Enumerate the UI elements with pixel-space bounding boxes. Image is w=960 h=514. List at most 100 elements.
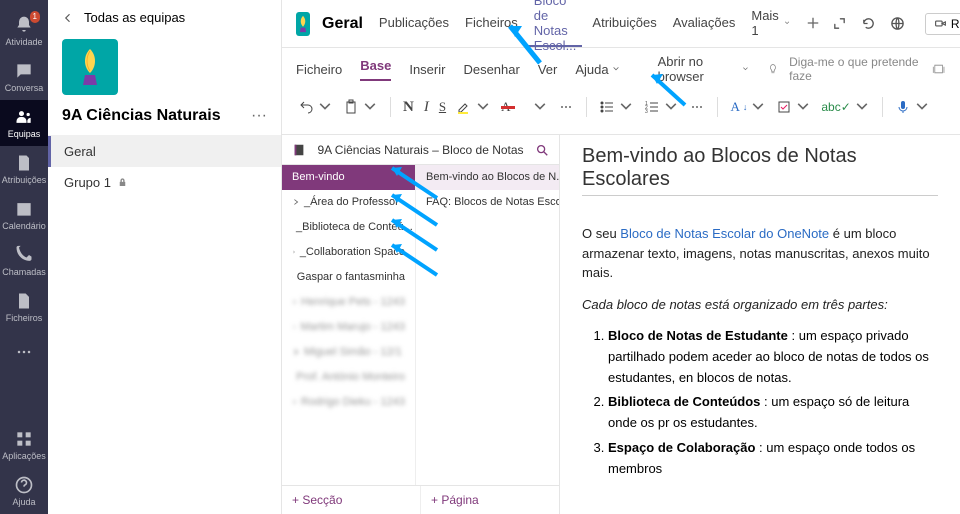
rail-files[interactable]: Ficheiros [0,284,48,330]
menu-help[interactable]: Ajuda [575,62,619,77]
open-in-browser[interactable]: Abrir no browser [658,54,750,84]
rail-calls[interactable]: Chamadas [0,238,48,284]
rail-calendar[interactable]: Calendário [0,192,48,238]
section-blurred[interactable]: Henrique Pets - 1243 [282,290,415,315]
section-blurred[interactable]: Martim Marujo - 1243 [282,315,415,340]
help-icon [14,475,34,495]
search-icon[interactable] [535,143,549,157]
rail-apps[interactable]: Aplicações [0,422,48,468]
globe-icon[interactable] [890,16,905,31]
tell-me-input[interactable]: Diga-me o que pretende faze [789,55,921,83]
channel-tabbar: Geral Publicações Ficheiros Bloco de Not… [282,0,960,48]
add-page-button[interactable]: + Página [421,486,559,514]
plant-icon [296,15,310,33]
app-rail: 1 Atividade Conversa Equipas Atribuições… [0,0,48,514]
channel-list: Geral Grupo 1 [48,135,281,198]
team-name: 9A Ciências Naturais [62,107,251,125]
notebook-icon[interactable] [292,143,306,157]
menu-home[interactable]: Base [360,58,391,81]
onenote-body: 9A Ciências Naturais – Bloco de Notas Be… [282,135,960,514]
rail-chat[interactable]: Conversa [0,54,48,100]
add-section-button[interactable]: + Secção [282,486,421,514]
highlight-button[interactable] [454,97,493,117]
notebook-title[interactable]: 9A Ciências Naturais – Bloco de Notas [314,143,527,157]
onenote-page[interactable]: Bem-vindo ao Blocos de Notas Escolares O… [560,135,960,514]
paste-button[interactable] [341,97,380,117]
dots-icon [14,342,34,362]
page-subhead: Cada bloco de notas está organizado em t… [582,297,888,312]
expand-icon[interactable] [832,16,847,31]
rail-activity[interactable]: 1 Atividade [0,8,48,54]
rail-help[interactable]: Ajuda [0,468,48,514]
page-title: Bem-vindo ao Blocos de Notas Escolares [582,145,938,196]
menu-insert[interactable]: Inserir [409,62,445,77]
refresh-icon[interactable] [861,16,876,31]
tab-more[interactable]: Mais 1 [745,1,795,47]
section-student1[interactable]: Gaspar o fantasminha [282,265,415,290]
italic-button[interactable]: I [422,97,431,118]
rail-more[interactable] [0,330,48,376]
rail-assignments[interactable]: Atribuições [0,146,48,192]
chevron-down-icon [784,19,790,27]
font-more-button[interactable] [556,97,576,117]
onenote-nav: 9A Ciências Naturais – Bloco de Notas Be… [282,135,560,514]
back-to-teams[interactable]: Todas as equipas [48,0,281,29]
spellcheck-button[interactable]: abc✓ [819,97,871,117]
lock-icon [117,177,128,188]
tab-grades[interactable]: Avaliações [667,1,742,47]
team-more-button[interactable]: ··· [251,107,267,125]
section-collab[interactable]: _Collaboration Space [282,240,415,265]
apps-icon [14,429,34,449]
tags-button[interactable] [774,97,813,117]
notebook-illustration [582,504,782,514]
video-icon [934,17,947,30]
activity-badge: 1 [30,11,40,23]
page-list: Bloco de Notas de Estudante : um espaço … [582,326,938,480]
phone-icon [14,245,34,265]
rail-teams[interactable]: Equipas [0,100,48,146]
para-more-button[interactable] [687,97,707,117]
meet-button[interactable]: Reunir [925,13,960,35]
team-panel: Todas as equipas 9A Ciências Naturais ··… [48,0,282,514]
chevron-right-icon [292,198,300,206]
page-intro: O seu Bloco de Notas Escolar do OneNote … [582,224,938,283]
menu-file[interactable]: Ficheiro [296,62,342,77]
tab-add[interactable] [800,1,826,47]
onenote-link[interactable]: Bloco de Notas Escolar do OneNote [620,226,829,241]
chevron-down-icon [742,65,749,73]
section-blurred[interactable]: Miguel Simão - 12/1 [282,340,415,365]
section-blurred[interactable]: Prof. António Monteiro [282,365,415,390]
chevron-down-icon [612,65,620,73]
tab-notebook[interactable]: Bloco de Notas Escol... [528,1,583,47]
underline-button[interactable]: S [437,97,448,117]
page-faq[interactable]: FAQ: Blocos de Notas Esco... [416,190,559,215]
lightbulb-icon [767,62,779,76]
tab-files[interactable]: Ficheiros [459,1,524,47]
page-welcome[interactable]: Bem-vindo ao Blocos de N... [416,165,559,190]
menu-draw[interactable]: Desenhar [463,62,519,77]
channel-grupo1[interactable]: Grupo 1 [48,167,281,198]
styles-button[interactable]: A↓ [728,97,768,117]
dictate-button[interactable] [893,97,932,117]
plus-icon [806,16,820,30]
bullets-button[interactable] [597,97,636,117]
bold-button[interactable]: N [401,97,416,118]
numbering-button[interactable]: 123 [642,97,681,117]
menu-view[interactable]: Ver [538,62,558,77]
onenote-ribbon: N I S A 123 A↓ abc✓ [282,88,960,135]
chat-icon [14,61,34,81]
section-blurred[interactable]: Rodrigo Dieku - 1243 [282,390,415,415]
teams-icon [14,107,34,127]
immersive-reader-icon[interactable] [931,60,946,78]
channel-geral[interactable]: Geral [48,136,281,167]
onenote-menubar: Ficheiro Base Inserir Desenhar Ver Ajuda… [282,48,960,88]
font-color-button[interactable]: A [499,90,550,124]
team-avatar[interactable] [62,39,118,95]
section-welcome[interactable]: Bem-vindo [282,165,415,190]
tab-assignments[interactable]: Atribuições [586,1,662,47]
undo-button[interactable] [296,97,335,117]
section-library[interactable]: _Biblioteca de Conteú... [282,215,415,240]
section-teacher[interactable]: _Área do Professor [282,190,415,215]
tab-posts[interactable]: Publicações [373,1,455,47]
section-list: Bem-vindo _Área do Professor _Biblioteca… [282,165,416,485]
